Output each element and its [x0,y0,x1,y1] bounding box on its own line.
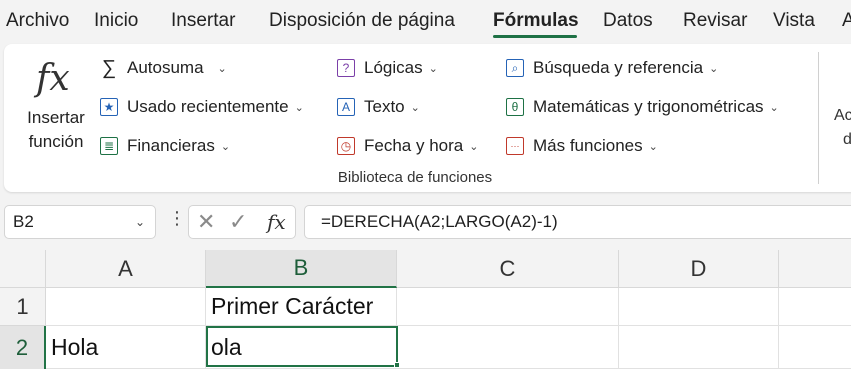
chevron-down-icon: ⌄ [469,140,479,153]
cut-off-ribbon-label-2[interactable]: d [843,131,851,149]
cell-a2[interactable]: Hola [46,326,206,369]
ribbon-divider [818,52,819,184]
mas-funciones-button[interactable]: ··· Más funciones ⌄ [506,133,658,159]
tab-datos[interactable]: Datos [603,10,653,32]
theta-book-icon: θ [506,98,524,116]
cancel-icon[interactable]: ✕ [197,209,215,235]
autosuma-button[interactable]: ∑ Autosuma ⌄ [100,55,227,81]
active-tab-indicator [493,35,577,38]
chevron-down-icon: ⌄ [294,101,304,114]
chevron-down-icon: ⌄ [220,140,231,153]
busqueda-referencia-label: Búsqueda y referencia [533,58,704,77]
group-label-biblioteca: Biblioteca de funciones [337,169,493,186]
fecha-hora-button[interactable]: ◷ Fecha y hora ⌄ [337,133,478,159]
mas-funciones-label: Más funciones [533,136,643,155]
insert-function-icon[interactable]: fx [267,210,286,234]
cell-b1[interactable]: Primer Carácter [206,288,397,326]
text-book-icon: A [337,98,355,116]
tab-more[interactable]: A [842,10,851,32]
column-header-e[interactable] [779,250,851,288]
chevron-down-icon: ⌄ [769,101,779,114]
tab-disposicion[interactable]: Disposición de página [269,10,455,32]
clock-book-icon: ◷ [337,137,355,155]
row-header-1[interactable]: 1 [0,288,46,326]
enter-check-icon[interactable]: ✓ [229,209,247,235]
chevron-down-icon: ⌄ [217,62,227,75]
matematicas-button[interactable]: θ Matemáticas y trigonométricas ⌄ [506,94,779,120]
name-box-value: B2 [13,212,34,231]
select-all-corner[interactable] [0,250,46,288]
name-box[interactable]: B2 ⌄ [4,205,156,239]
busqueda-referencia-button[interactable]: ⌕ Búsqueda y referencia ⌄ [506,55,718,81]
tab-vista[interactable]: Vista [773,10,815,32]
database-book-icon: ≣ [100,137,118,155]
tab-revisar[interactable]: Revisar [683,10,747,32]
fx-icon: fx [36,58,70,99]
cell-d1[interactable] [619,288,779,326]
usado-recientemente-button[interactable]: ★ Usado recientemente ⌄ [100,94,304,120]
sigma-icon: ∑ [101,57,117,79]
tab-formulas[interactable]: Fórmulas [493,10,579,32]
column-header-b[interactable]: B [206,250,397,288]
usado-recientemente-label: Usado recientemente [127,97,289,116]
chevron-down-icon: ⌄ [648,140,658,153]
cut-off-ribbon-label[interactable]: Ac [834,107,851,125]
insert-function-label: Insertar función [27,108,85,151]
autosuma-label: Autosuma [127,58,204,77]
texto-button[interactable]: A Texto ⌄ [337,94,420,120]
column-header-a[interactable]: A [46,250,206,288]
row-header-2[interactable]: 2 [0,326,46,369]
chevron-down-icon: ⌄ [428,62,438,75]
financieras-button[interactable]: ≣ Financieras ⌄ [100,133,230,159]
cell-c1[interactable] [397,288,619,326]
cell-e2[interactable] [779,326,851,369]
formula-buttons: ✕ ✓ fx [188,205,296,239]
menu-bar: Archivo Inicio Insertar Disposición de p… [0,0,851,44]
matematicas-label: Matemáticas y trigonométricas [533,97,764,116]
texto-label: Texto [364,97,405,116]
chevron-down-icon[interactable]: ⌄ [135,206,145,238]
cell-d2[interactable] [619,326,779,369]
tab-archivo[interactable]: Archivo [6,10,69,32]
fill-handle[interactable] [394,362,400,368]
cell-a1[interactable] [46,288,206,326]
financieras-label: Financieras [127,136,215,155]
chevron-down-icon: ⌄ [410,101,420,114]
tab-inicio[interactable]: Inicio [94,10,138,32]
star-book-icon: ★ [100,98,118,116]
logicas-label: Lógicas [364,58,423,77]
formula-input[interactable]: =DERECHA(A2;LARGO(A2)-1) [304,205,851,239]
search-book-icon: ⌕ [506,59,524,77]
active-cell-outline [206,326,398,367]
cell-e1[interactable] [779,288,851,326]
column-header-d[interactable]: D [619,250,779,288]
tab-insertar[interactable]: Insertar [171,10,235,32]
more-book-icon: ··· [506,137,524,155]
column-header-c[interactable]: C [397,250,619,288]
chevron-down-icon: ⌄ [709,62,719,75]
fecha-hora-label: Fecha y hora [364,136,464,155]
cell-c2[interactable] [397,326,619,369]
logicas-button[interactable]: ? Lógicas ⌄ [337,55,438,81]
question-book-icon: ? [337,59,355,77]
more-vertical-icon[interactable]: ⋮ [168,208,186,229]
